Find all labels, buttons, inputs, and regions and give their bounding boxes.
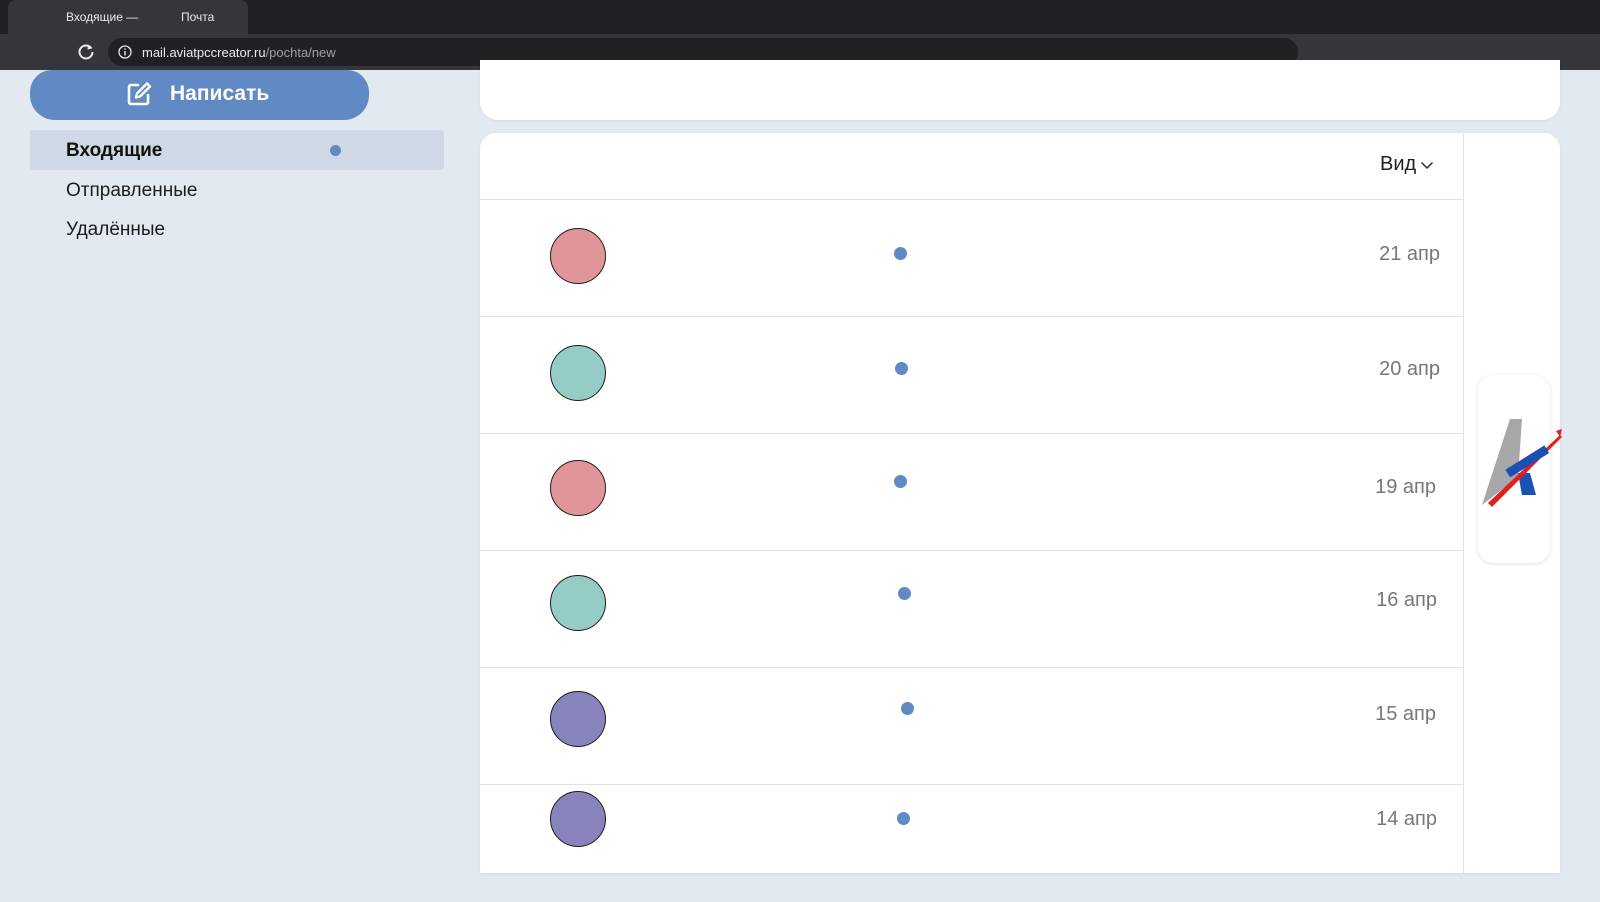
url-path: /pochta/new: [265, 45, 336, 60]
chevron-down-icon: [1421, 161, 1434, 169]
message-row[interactable]: 20 апр: [480, 317, 1464, 434]
list-header: Вид: [480, 133, 1464, 200]
browser-tab[interactable]: Входящие — Почта: [8, 0, 248, 34]
unread-indicator: [897, 812, 910, 825]
browser-tab-bar: Входящие — Почта: [0, 0, 1600, 34]
message-date: 15 апр: [1375, 703, 1436, 725]
sidebar-item-sent[interactable]: Отправленные: [30, 170, 444, 210]
unread-indicator: [894, 247, 907, 260]
url-host: mail.aviatpccreator.ru: [142, 45, 266, 60]
view-label: Вид: [1380, 153, 1417, 175]
message-row[interactable]: 14 апр: [480, 785, 1464, 902]
message-row[interactable]: 19 апр: [480, 434, 1464, 551]
top-panel: [480, 60, 1560, 120]
unread-indicator: [898, 587, 911, 600]
message-date: 20 апр: [1379, 358, 1440, 380]
reload-icon[interactable]: [76, 42, 96, 62]
message-list: Вид 21 апр 20 апр 19 апр 16 апр 15 апр 1…: [480, 133, 1464, 873]
unread-indicator: [894, 475, 907, 488]
message-list-panel: Вид 21 апр 20 апр 19 апр 16 апр 15 апр 1…: [480, 133, 1560, 873]
sender-avatar: [550, 345, 606, 401]
sender-avatar: [550, 575, 606, 631]
compose-icon: [127, 82, 152, 106]
sender-avatar: [550, 460, 606, 516]
view-dropdown[interactable]: Вид: [1380, 153, 1434, 181]
sender-avatar: [550, 228, 606, 284]
sender-avatar: [550, 691, 606, 747]
compose-button[interactable]: Написать: [30, 70, 369, 120]
sidebar-item-label: Удалённые: [66, 219, 166, 240]
message-date: 19 апр: [1375, 476, 1436, 498]
sidebar-item-label: Отправленные: [66, 180, 198, 201]
compose-label: Написать: [170, 82, 270, 105]
tab-title: Входящие —: [66, 10, 139, 24]
sidebar-item-deleted[interactable]: Удалённые: [30, 209, 444, 249]
aviatpccreator-logo: [1482, 419, 1562, 507]
sidebar-item-label: Входящие: [66, 140, 163, 161]
logo-card[interactable]: [1478, 375, 1562, 563]
unread-indicator: [895, 362, 908, 375]
message-row[interactable]: 21 апр: [480, 200, 1464, 317]
message-date: 14 апр: [1376, 808, 1437, 830]
sidebar-item-inbox[interactable]: Входящие: [30, 130, 444, 170]
message-date: 21 апр: [1379, 243, 1440, 265]
url-text: mail.aviatpccreator.ru/pochta/new: [142, 45, 336, 60]
message-row[interactable]: 15 апр: [480, 668, 1464, 785]
unread-indicator: [901, 702, 914, 715]
unread-indicator: [330, 145, 341, 156]
info-icon[interactable]: [118, 45, 132, 59]
message-date: 16 апр: [1376, 589, 1437, 611]
sender-avatar: [550, 791, 606, 847]
tab-subtitle: Почта: [181, 10, 215, 24]
message-row[interactable]: 16 апр: [480, 551, 1464, 668]
